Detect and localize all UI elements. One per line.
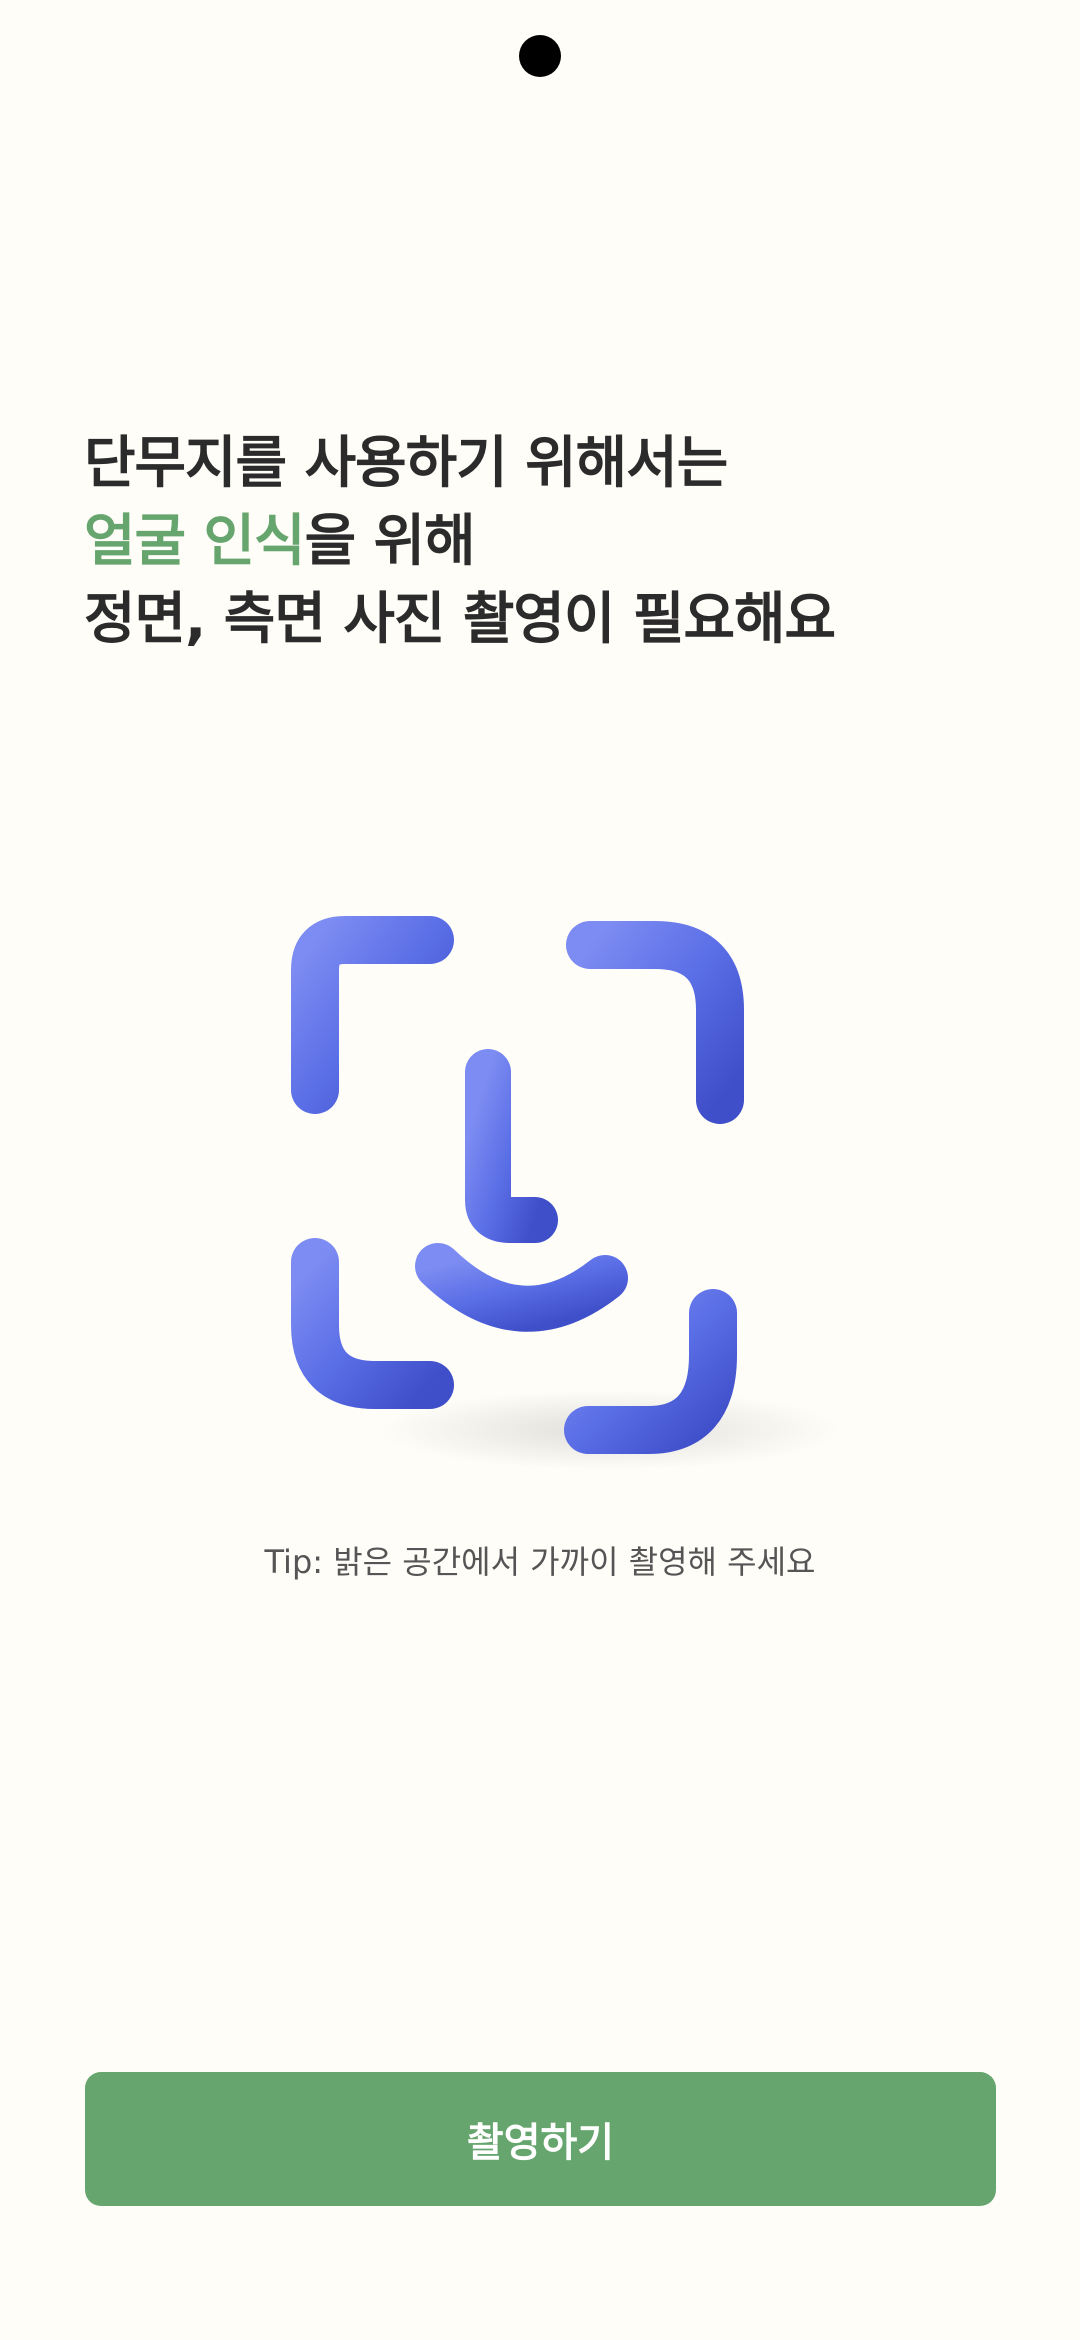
frame-corner-bottom-right [564, 1289, 737, 1454]
smile [415, 1243, 628, 1332]
capture-button[interactable]: 촬영하기 [85, 2072, 996, 2206]
headline-line-1: 단무지를 사용하기 위해서는 [84, 431, 728, 496]
page-title: 단무지를 사용하기 위해서는 얼굴 인식을 위해 정면, 측면 사진 촬영이 필… [84, 425, 1004, 659]
headline-line-3: 정면, 측면 사진 촬영이 필요해요 [84, 587, 836, 652]
tip-text: Tip: 밝은 공간에서 가까이 촬영해 주세요 [264, 1543, 816, 1581]
frame-corner-bottom-left [291, 1238, 454, 1409]
headline-highlight: 얼굴 인식 [84, 509, 306, 574]
headline-line-2-rest: 을 위해 [304, 509, 476, 574]
nose [465, 1049, 558, 1243]
face-id-icon [291, 916, 840, 1470]
headline-line-2: 얼굴 인식을 위해 [84, 503, 1004, 581]
camera-cutout [519, 35, 561, 77]
